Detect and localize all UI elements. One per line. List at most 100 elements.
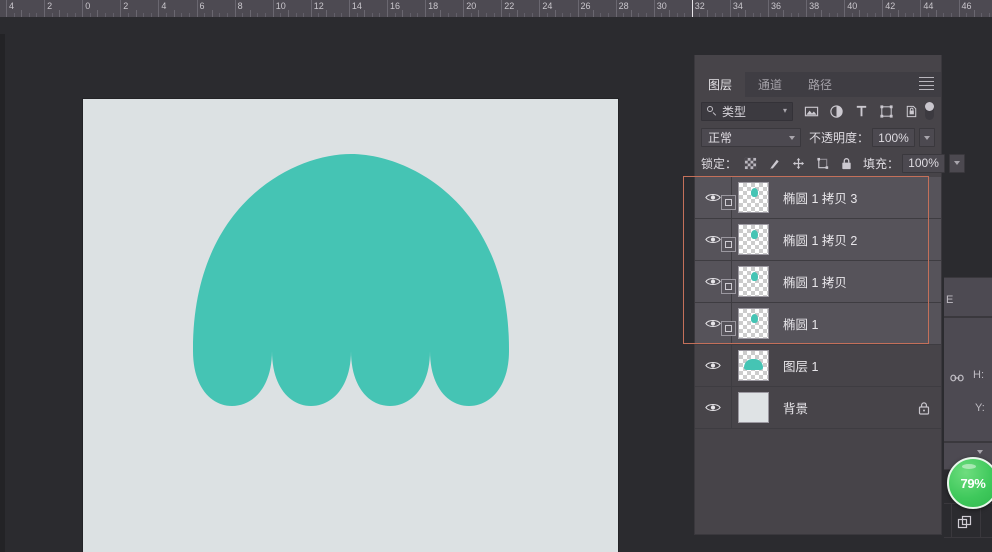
ruler-label: 40 <box>847 1 858 11</box>
ruler-label: 20 <box>466 1 477 11</box>
table-row[interactable]: 椭圆 1 拷贝 3 <box>683 176 941 344</box>
ruler-label: 8 <box>237 1 243 11</box>
panel-divider-vertical-2 <box>980 503 981 537</box>
ruler-tick <box>729 0 731 17</box>
lock-all-icon[interactable] <box>839 156 854 171</box>
fill-value: 100% <box>908 156 939 170</box>
document-canvas[interactable] <box>83 99 618 552</box>
table-row[interactable]: 图层 1 <box>695 345 941 387</box>
tab-channels[interactable]: 通道 <box>745 72 796 97</box>
height-field-label: H: <box>973 369 984 381</box>
layer-thumbnail[interactable] <box>738 308 769 339</box>
layer-thumbnail[interactable] <box>738 392 769 423</box>
lock-position-icon[interactable] <box>791 156 806 171</box>
lock-icons <box>743 156 854 171</box>
ruler-minor-tick <box>97 10 99 17</box>
layer-name: 椭圆 1 拷贝 <box>783 276 847 290</box>
ruler-label: 28 <box>618 1 629 11</box>
layer-name: 背景 <box>783 402 809 416</box>
ruler-minor-tick <box>402 10 404 17</box>
panel-divider-bottom <box>944 537 992 538</box>
opacity-stepper[interactable] <box>919 128 935 147</box>
lock-image-pixels-icon[interactable] <box>767 156 782 171</box>
ruler-tick <box>272 0 274 17</box>
ruler-label: 42 <box>885 1 896 11</box>
tab-layers[interactable]: 图层 <box>695 72 746 97</box>
lock-row: 锁定： 填充： 100% <box>695 150 966 176</box>
table-row[interactable]: 背景 <box>695 387 941 429</box>
hamburger-menu-icon[interactable] <box>919 77 934 90</box>
ruler-label: 46 <box>961 1 972 11</box>
vector-mask-badge[interactable] <box>721 237 736 252</box>
ruler-minor-tick <box>440 10 442 17</box>
thumbnail-dome <box>744 359 763 370</box>
ruler-label: 14 <box>351 1 362 11</box>
layer-thumbnail[interactable] <box>738 224 769 255</box>
canvas-artwork <box>193 154 509 406</box>
tab-paths-label: 路径 <box>808 78 833 92</box>
ruler-minor-tick <box>668 10 670 17</box>
pixel-layer-filter-icon[interactable] <box>803 103 819 119</box>
ruler-tick <box>882 0 884 17</box>
fill-input[interactable]: 100% <box>902 153 946 173</box>
ruler-label: 32 <box>694 1 705 11</box>
duplicate-layer-icon[interactable] <box>957 515 973 531</box>
ruler-minor-tick <box>592 10 594 17</box>
layer-visibility-toggle[interactable] <box>695 387 732 428</box>
tab-paths[interactable]: 路径 <box>795 72 846 97</box>
blend-mode-row: 正常 不透明度： 100% <box>695 125 941 150</box>
layer-thumbnail[interactable] <box>738 266 769 297</box>
chevron-down-icon[interactable] <box>977 450 983 454</box>
vector-mask-badge[interactable] <box>721 279 736 294</box>
ruler-minor-tick <box>897 10 899 17</box>
ruler-label: 22 <box>504 1 515 11</box>
ruler-tick <box>6 0 7 17</box>
smart-object-filter-icon[interactable] <box>903 103 919 119</box>
table-row[interactable]: 椭圆 1 <box>695 303 941 345</box>
blend-mode-select[interactable]: 正常 <box>701 128 801 147</box>
layer-filter-type-select[interactable]: 类型 ▾ <box>701 101 793 121</box>
ruler-tick <box>120 0 122 17</box>
thumbnail-shape <box>751 314 758 323</box>
filter-enable-toggle[interactable] <box>925 102 934 120</box>
table-row[interactable]: 椭圆 1 拷贝 2 <box>695 219 941 261</box>
horizontal-ruler[interactable]: 4 2 0 2 4 6 8 10 12 14 16 18 20 22 24 26 28 30 32 34 36 38 40 4… <box>0 0 992 18</box>
ruler-label: 2 <box>123 1 129 11</box>
workspace: E H: Y: ◂◂ ✕ <box>0 17 992 552</box>
lock-label: 锁定： <box>701 156 738 171</box>
shape-layer-filter-icon[interactable] <box>878 103 894 119</box>
link-chain-icon[interactable] <box>950 370 964 382</box>
fill-stepper[interactable] <box>949 153 966 173</box>
layer-name: 椭圆 1 拷贝 3 <box>783 192 858 206</box>
lock-artboard-nesting-icon[interactable] <box>815 156 830 171</box>
ruler-label: 30 <box>656 1 667 11</box>
table-row[interactable]: 椭圆 1 拷贝 <box>695 261 941 303</box>
opacity-input[interactable]: 100% <box>872 128 915 147</box>
vector-mask-badge[interactable] <box>721 195 736 210</box>
layer-visibility-toggle[interactable] <box>695 345 732 386</box>
layer-thumbnail[interactable] <box>738 182 769 213</box>
panel-tab-bar: 图层 通道 路径 <box>695 72 941 97</box>
y-field-label: Y: <box>975 402 985 414</box>
ruler-tick <box>425 0 427 17</box>
adjustment-layer-filter-icon[interactable] <box>828 103 844 119</box>
eye-icon <box>705 192 721 203</box>
chevron-down-icon <box>788 135 795 140</box>
layer-thumbnail[interactable] <box>738 350 769 381</box>
ruler-label: 16 <box>390 1 401 11</box>
opacity-label: 不透明度： <box>808 131 869 145</box>
search-icon <box>707 106 717 116</box>
ruler-cursor-indicator <box>691 0 693 17</box>
lock-transparent-pixels-icon[interactable] <box>743 156 758 171</box>
type-layer-filter-icon[interactable] <box>853 103 869 119</box>
ruler-label: 24 <box>542 1 553 11</box>
layer-name: 椭圆 1 拷贝 2 <box>783 234 858 248</box>
ruler-tick <box>615 0 617 17</box>
ruler-minor-tick <box>59 10 61 17</box>
ruler-label: 26 <box>580 1 591 11</box>
layers-panel: 图层 通道 路径 类型 ▾ 正常 不透明度： 100% 锁定： 填充： 100%… <box>683 55 966 535</box>
vector-mask-badge[interactable] <box>721 321 736 336</box>
ruler-label: 12 <box>313 1 324 11</box>
ruler-tick <box>44 0 46 17</box>
layer-filter-row: 类型 ▾ <box>695 97 941 125</box>
